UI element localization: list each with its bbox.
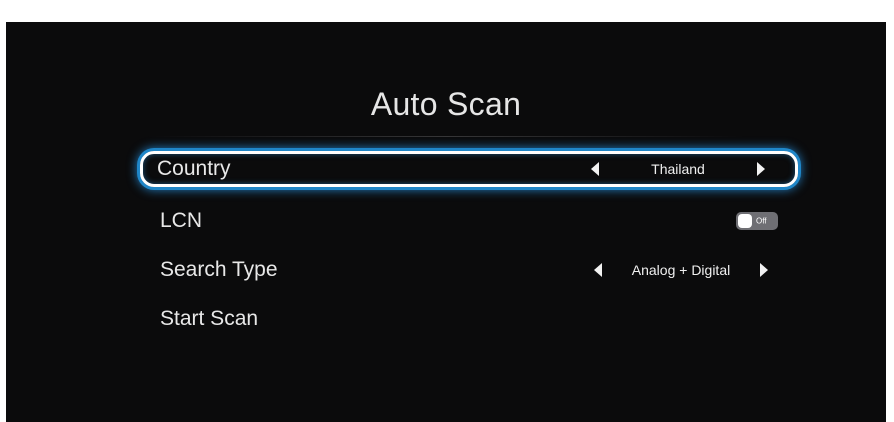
menu-item-lcn[interactable]: LCN Off	[140, 203, 798, 239]
next-search-type-icon[interactable]	[760, 263, 768, 277]
title-divider	[146, 136, 746, 137]
country-value: Thailand	[651, 161, 705, 177]
page-title: Auto Scan	[370, 86, 522, 122]
menu-item-country[interactable]: Country Thailand	[140, 151, 798, 187]
tv-menu-screen: Auto Scan Country Thailand LCN Off Searc…	[6, 22, 886, 422]
previous-search-type-icon[interactable]	[594, 263, 602, 277]
country-selector[interactable]: Thailand	[583, 157, 773, 181]
menu-item-search-type[interactable]: Search Type Analog + Digital	[140, 252, 798, 288]
search-type-value: Analog + Digital	[631, 262, 731, 278]
next-country-icon[interactable]	[757, 162, 765, 176]
lcn-toggle[interactable]: Off	[736, 212, 778, 230]
lcn-label: LCN	[160, 209, 203, 232]
start-scan-label: Start Scan	[160, 307, 259, 330]
menu-item-start-scan[interactable]: Start Scan	[140, 301, 798, 337]
toggle-knob	[738, 214, 752, 228]
search-type-selector[interactable]: Analog + Digital	[586, 258, 776, 282]
toggle-state-text: Off	[756, 216, 767, 226]
country-label: Country	[157, 157, 231, 180]
previous-country-icon[interactable]	[591, 162, 599, 176]
search-type-label: Search Type	[160, 258, 278, 281]
